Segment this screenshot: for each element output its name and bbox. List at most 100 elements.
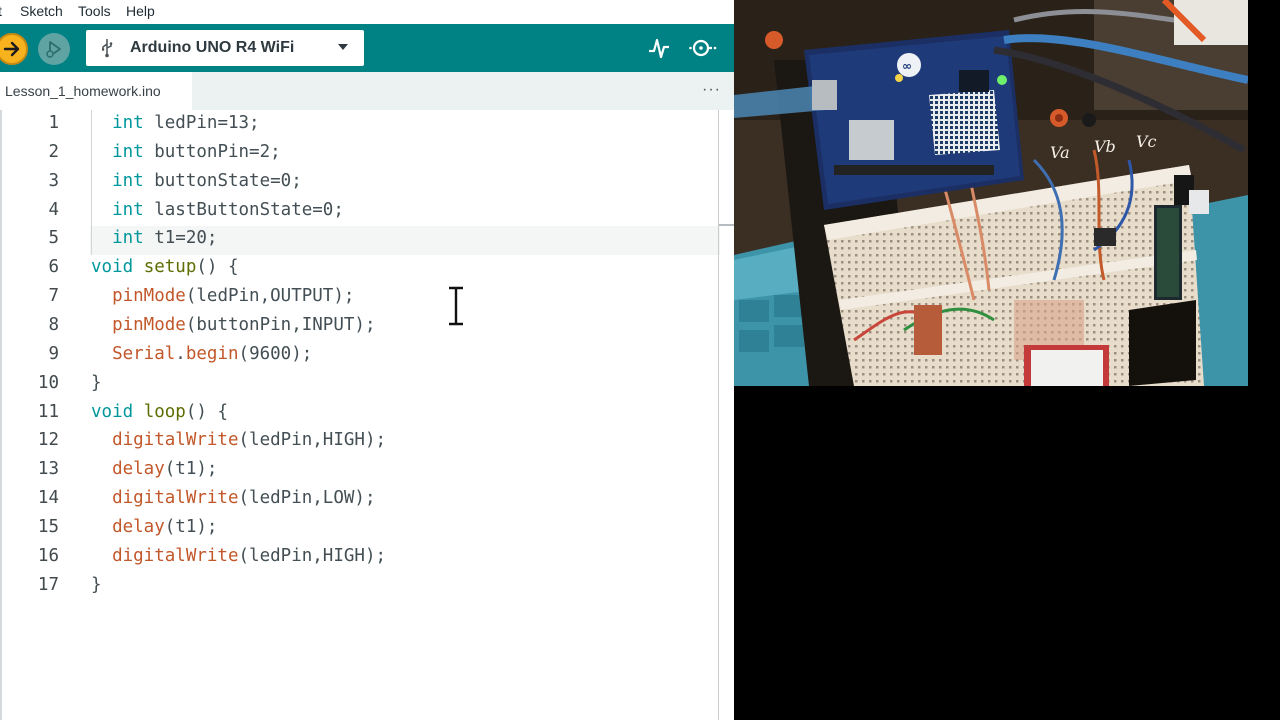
code-token: () { <box>185 401 229 422</box>
menu-bar: t Sketch Tools Help <box>0 0 734 24</box>
code-line[interactable]: } <box>91 575 102 595</box>
code-token: (ledPin,OUTPUT); <box>185 286 355 307</box>
menu-sketch[interactable]: Sketch <box>20 3 63 19</box>
code-token: (t1); <box>164 459 218 480</box>
code-token: digitalWrite <box>112 488 239 509</box>
line-number: 17 <box>37 574 59 595</box>
code-token: (buttonPin,INPUT); <box>185 314 376 335</box>
board-selector[interactable]: Arduino UNO R4 WiFi <box>86 30 364 66</box>
menu-edit-partial[interactable]: t <box>0 3 2 19</box>
label-va: Va <box>1050 143 1070 162</box>
code-line[interactable]: digitalWrite(ledPin,HIGH); <box>91 546 386 566</box>
code-token: delay <box>112 516 165 537</box>
scrollbar-track[interactable] <box>718 110 719 720</box>
menu-tools[interactable]: Tools <box>78 3 111 19</box>
more-tabs-button[interactable]: ··· <box>702 81 721 99</box>
code-token: int <box>112 113 144 133</box>
line-number: 6 <box>48 257 59 278</box>
code-line[interactable]: delay(t1); <box>91 459 217 479</box>
code-line[interactable]: pinMode(buttonPin,INPUT); <box>91 314 376 335</box>
code-token: t1=20; <box>143 228 218 249</box>
code-editor[interactable]: 1 2 3 4 5 6 7 8 9 10 11 12 13 14 15 16 17 int ledPin=13;… <box>0 110 734 720</box>
line-number: 3 <box>48 170 59 191</box>
code-token: void <box>91 401 134 422</box>
line-number: 9 <box>48 343 59 364</box>
code-token: buttonPin=2; <box>143 141 281 162</box>
code-token: (ledPin,HIGH); <box>238 430 387 451</box>
code-token: int <box>112 170 144 191</box>
code-line[interactable]: delay(t1); <box>91 517 217 537</box>
code-line[interactable]: digitalWrite(ledPin,HIGH); <box>91 430 386 450</box>
code-line[interactable]: Serial.begin(9600); <box>91 344 312 364</box>
code-token: int <box>112 141 144 162</box>
debug-button[interactable] <box>38 33 70 65</box>
code-token: digitalWrite <box>112 430 239 451</box>
code-token: buttonState=0; <box>143 170 302 191</box>
camera-feed: ∞ Va Vb Vc <box>734 0 1248 386</box>
scrollbar-thumb[interactable] <box>719 224 734 226</box>
arduino-breadboard-photo: ∞ Va Vb Vc <box>734 0 1248 386</box>
tab-lesson-1-homework[interactable]: Lesson_1_homework.ino <box>0 72 192 110</box>
code-line[interactable]: int buttonState=0; <box>91 171 302 191</box>
board-name: Arduino UNO R4 WiFi <box>130 39 295 56</box>
tab-label: Lesson_1_homework.ino <box>5 83 161 99</box>
code-token: setup <box>143 257 197 278</box>
code-token: loop <box>143 401 186 422</box>
line-number: 1 <box>48 113 59 133</box>
code-token: pinMode <box>112 314 186 335</box>
code-token: (ledPin,LOW); <box>238 488 376 509</box>
code-token: digitalWrite <box>112 545 239 566</box>
line-number: 2 <box>48 141 59 162</box>
code-token: int <box>112 199 144 220</box>
line-number: 7 <box>48 286 59 307</box>
code-token: (9600); <box>238 343 313 364</box>
code-token: . <box>175 343 186 364</box>
code-token: int <box>112 228 144 249</box>
line-number: 8 <box>48 314 59 335</box>
code-line[interactable]: pinMode(ledPin,OUTPUT); <box>91 286 354 306</box>
line-number: 14 <box>37 488 59 509</box>
debug-play-icon <box>46 41 61 58</box>
line-number: 12 <box>37 430 59 451</box>
line-number: 11 <box>37 401 59 422</box>
arduino-ide-window: t Sketch Tools Help Arduino UNO R4 WiFi <box>0 0 734 720</box>
line-number: 16 <box>37 545 59 566</box>
code-token: ledPin=13; <box>143 113 260 133</box>
code-line[interactable]: digitalWrite(ledPin,LOW); <box>91 488 375 508</box>
code-token: } <box>91 574 102 595</box>
code-line[interactable]: int ledPin=13; <box>91 113 260 133</box>
line-number: 4 <box>48 199 59 220</box>
line-number: 13 <box>37 459 59 480</box>
code-line[interactable]: void setup() { <box>91 257 239 277</box>
code-token: Serial <box>112 343 176 364</box>
code-token: begin <box>185 343 239 364</box>
code-line[interactable]: int t1=20; <box>91 228 217 248</box>
code-line[interactable]: int buttonPin=2; <box>91 142 281 162</box>
pulse-icon[interactable] <box>646 35 672 61</box>
code-token: delay <box>112 459 165 480</box>
label-vc: Vc <box>1136 132 1157 151</box>
code-line[interactable]: int lastButtonState=0; <box>91 200 344 220</box>
arrow-right-icon <box>3 41 20 57</box>
menu-help[interactable]: Help <box>126 3 155 19</box>
code-line[interactable]: } <box>91 373 102 393</box>
code-line[interactable]: void loop() { <box>91 402 228 422</box>
verify-button[interactable] <box>0 33 28 65</box>
code-token: () { <box>196 257 239 278</box>
magnifier-dots-icon[interactable] <box>688 35 718 61</box>
code-token: pinMode <box>112 286 186 307</box>
code-token: (ledPin,HIGH); <box>238 545 387 566</box>
code-token: (t1); <box>164 516 218 537</box>
code-token: } <box>91 372 102 393</box>
